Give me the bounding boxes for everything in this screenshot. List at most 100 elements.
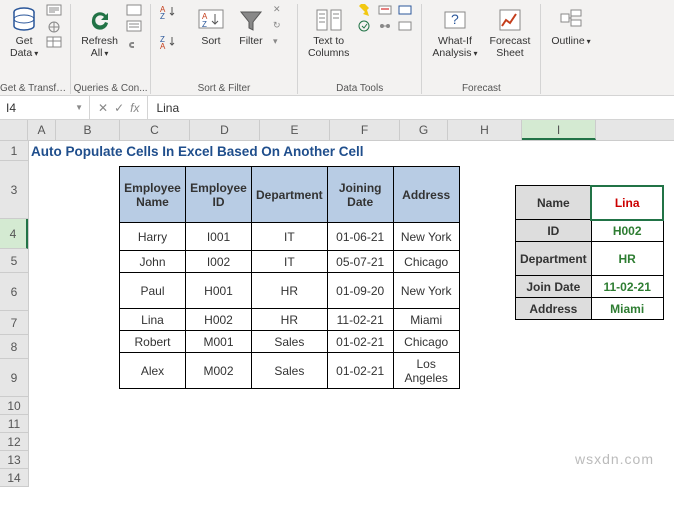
sort-asc-button[interactable]: AZ (157, 4, 189, 32)
col-B[interactable]: B (56, 120, 120, 140)
row-7[interactable]: 7 (0, 311, 28, 335)
properties-icon[interactable] (126, 20, 144, 34)
cells-area[interactable]: Auto Populate Cells In Excel Based On An… (29, 141, 674, 487)
forecast-sheet-button[interactable]: ForecastSheet (486, 4, 535, 61)
cell[interactable]: IT (252, 251, 328, 273)
cell[interactable]: HR (252, 309, 328, 331)
cell[interactable]: Los Angeles (393, 353, 459, 389)
cell[interactable]: 05-07-21 (327, 251, 393, 273)
from-text-icon[interactable] (46, 4, 64, 18)
text-to-columns-button[interactable]: Text toColumns (304, 4, 353, 61)
cell[interactable]: I002 (186, 251, 252, 273)
cell[interactable]: Paul (120, 273, 186, 309)
col-H[interactable]: H (448, 120, 522, 140)
hdr-dept: Department (252, 167, 328, 223)
filter-label: Filter (239, 36, 262, 48)
hdr-date: Joining Date (327, 167, 393, 223)
fx-icon[interactable]: fx (130, 101, 139, 115)
cancel-icon[interactable]: ✕ (98, 101, 108, 115)
lk-val[interactable]: Miami (591, 298, 663, 320)
sort-button[interactable]: AZ Sort (193, 4, 229, 50)
row-9[interactable]: 9 (0, 359, 28, 397)
col-D[interactable]: D (190, 120, 260, 140)
col-A[interactable]: A (28, 120, 56, 140)
get-data-small-icons (46, 4, 64, 50)
validation-icon[interactable] (357, 20, 375, 34)
cell[interactable]: Alex (120, 353, 186, 389)
cell[interactable]: 01-02-21 (327, 331, 393, 353)
cell[interactable]: New York (393, 223, 459, 251)
svg-text:?: ? (451, 11, 459, 27)
col-C[interactable]: C (120, 120, 190, 140)
row-12[interactable]: 12 (0, 433, 28, 451)
cell[interactable]: Sales (252, 353, 328, 389)
cell[interactable]: Chicago (393, 331, 459, 353)
group-label: Data Tools (298, 83, 421, 94)
row-5[interactable]: 5 (0, 249, 28, 273)
cell[interactable]: H002 (186, 309, 252, 331)
get-data-button[interactable]: GetData▾ (6, 4, 42, 61)
col-G[interactable]: G (400, 120, 448, 140)
svg-text:A: A (160, 42, 166, 51)
cell[interactable]: IT (252, 223, 328, 251)
accept-icon[interactable]: ✓ (114, 101, 124, 115)
reapply-filter[interactable]: ↻ (273, 20, 291, 34)
cell[interactable]: 01-09-20 (327, 273, 393, 309)
group-sort-filter: AZ ZA AZ Sort Filter ✕ ↻ ▾ Sort & Filter (151, 4, 298, 94)
row-4[interactable]: 4 (0, 219, 28, 249)
lk-val[interactable]: H002 (591, 220, 663, 242)
row-6[interactable]: 6 (0, 273, 28, 311)
select-all-corner[interactable] (0, 120, 28, 140)
cell[interactable]: Chicago (393, 251, 459, 273)
flash-fill-icon[interactable] (357, 4, 375, 18)
row-13[interactable]: 13 (0, 451, 28, 469)
edit-links-icon[interactable] (126, 36, 144, 50)
sort-desc-button[interactable]: ZA (157, 34, 189, 62)
row-14[interactable]: 14 (0, 469, 28, 487)
col-E[interactable]: E (260, 120, 330, 140)
cell[interactable]: Miami (393, 309, 459, 331)
group-forecast: ? What-IfAnalysis▾ ForecastSheet Forecas… (422, 4, 541, 94)
data-model-icon[interactable] (397, 20, 415, 34)
formula-bar: I4 ▼ ✕ ✓ fx Lina (0, 96, 674, 120)
row-3[interactable]: 3 (0, 161, 28, 219)
consolidate-icon[interactable] (397, 4, 415, 18)
col-I[interactable]: I (522, 120, 596, 140)
cell[interactable]: H001 (186, 273, 252, 309)
lk-val[interactable]: 11-02-21 (591, 276, 663, 298)
cell[interactable]: Lina (120, 309, 186, 331)
row-1[interactable]: 1 (0, 141, 28, 161)
selected-cell[interactable]: Lina (591, 186, 663, 220)
row-11[interactable]: 11 (0, 415, 28, 433)
from-web-icon[interactable] (46, 20, 64, 34)
cell[interactable]: New York (393, 273, 459, 309)
queries-icon[interactable] (126, 4, 144, 18)
row-headers: 1 3 4 5 6 7 8 9 10 11 12 13 14 (0, 141, 29, 487)
from-table-icon[interactable] (46, 36, 64, 50)
cell[interactable]: Harry (120, 223, 186, 251)
cell[interactable]: 01-02-21 (327, 353, 393, 389)
name-box[interactable]: I4 ▼ (0, 96, 90, 119)
cell[interactable]: M001 (186, 331, 252, 353)
formula-input[interactable]: Lina (148, 101, 674, 115)
col-F[interactable]: F (330, 120, 400, 140)
what-if-button[interactable]: ? What-IfAnalysis▾ (428, 4, 481, 61)
cell[interactable]: Sales (252, 331, 328, 353)
outline-button[interactable]: Outline▾ (547, 4, 594, 50)
cell[interactable]: John (120, 251, 186, 273)
cell[interactable]: M002 (186, 353, 252, 389)
cell[interactable]: HR (252, 273, 328, 309)
row-8[interactable]: 8 (0, 335, 28, 359)
relationships-icon[interactable] (377, 20, 395, 34)
cell[interactable]: I001 (186, 223, 252, 251)
refresh-all-button[interactable]: RefreshAll▾ (77, 4, 122, 61)
cell[interactable]: Robert (120, 331, 186, 353)
cell[interactable]: 11-02-21 (327, 309, 393, 331)
cell[interactable]: 01-06-21 (327, 223, 393, 251)
filter-button[interactable]: Filter (233, 4, 269, 50)
row-10[interactable]: 10 (0, 397, 28, 415)
remove-dup-icon[interactable] (377, 4, 395, 18)
clear-filter[interactable]: ✕ (273, 4, 291, 18)
lk-val[interactable]: HR (591, 242, 663, 276)
advanced-filter[interactable]: ▾ (273, 36, 291, 50)
